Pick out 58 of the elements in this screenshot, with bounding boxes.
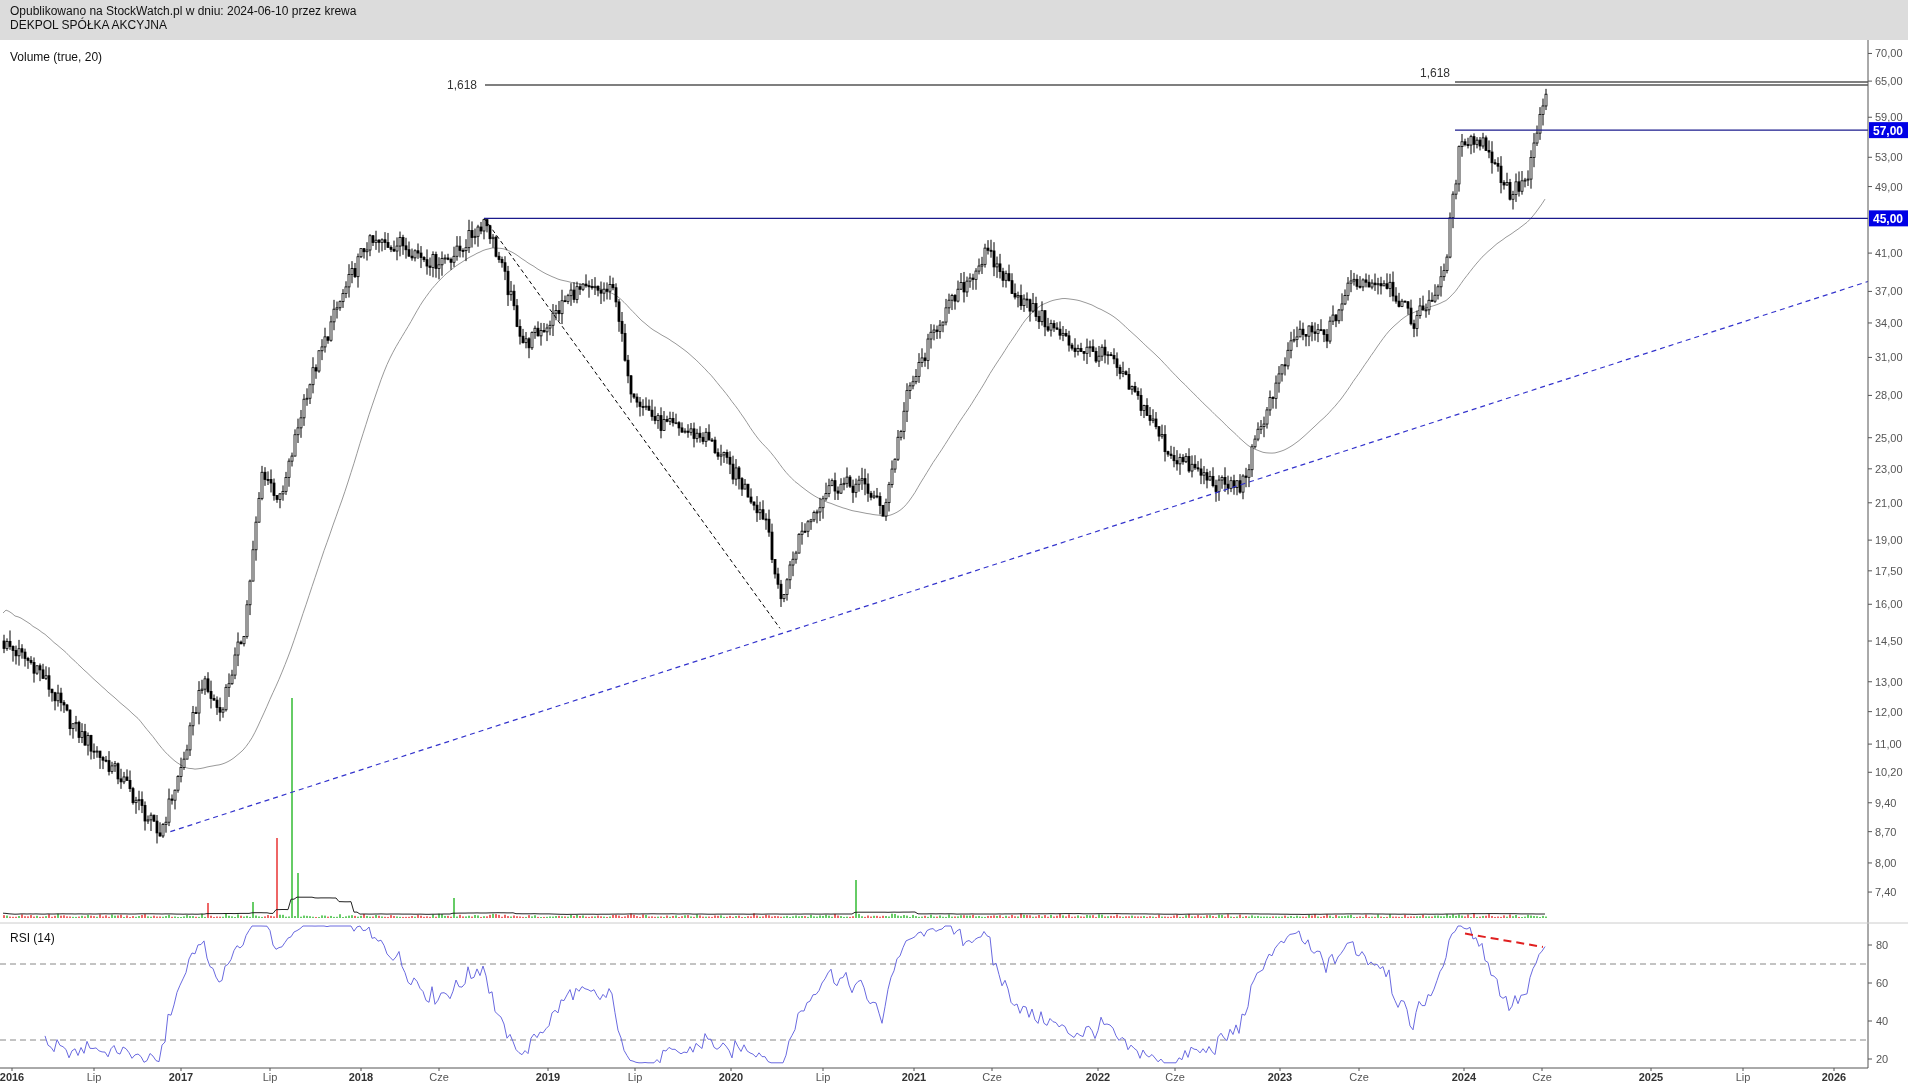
price-axis-label: 8,70 (1875, 825, 1897, 838)
price-axis-label: 13,00 (1875, 675, 1903, 688)
indicator-label: RSI (14) (10, 931, 55, 945)
price-axis-label: 70,00 (1875, 47, 1903, 60)
price-axis-label: 59,00 (1875, 111, 1903, 124)
price-axis-label: 14,50 (1875, 635, 1903, 647)
time-axis-label: 2017 (168, 1071, 194, 1083)
price-axis-label: 23,00 (1875, 462, 1903, 475)
price-axis-label: 34,00 (1875, 316, 1903, 329)
price-axis-label: 21,00 (1875, 496, 1903, 509)
time-axis-label: Lip (262, 1071, 278, 1083)
price-axis-label: 25,00 (1875, 431, 1903, 444)
rsi-axis-label: 60 (1876, 977, 1889, 989)
time-axis-label: Cze (1532, 1071, 1552, 1083)
rsi-axis-label: 20 (1876, 1053, 1889, 1065)
time-axis-label: Lip (815, 1071, 831, 1083)
rsi-axis-label: 40 (1876, 1015, 1889, 1027)
time-axis-label: Lip (86, 1071, 102, 1083)
fibonacci-label: 1,618 (1420, 66, 1451, 80)
price-axis-label: 7,40 (1875, 886, 1897, 899)
time-axis-label: 2025 (1638, 1071, 1664, 1083)
price-level-badge: 57,00 (1869, 122, 1908, 139)
indicator-label: Volume (true, 20) (10, 50, 103, 64)
fibonacci-label: 1,618 (447, 78, 478, 92)
time-axis-label: 2019 (535, 1071, 561, 1083)
price-axis-label: 31,00 (1875, 351, 1903, 364)
time-axis-label: Cze (1165, 1071, 1185, 1083)
price-axis-label: 37,00 (1875, 285, 1903, 298)
price-axis-label: 19,00 (1875, 534, 1903, 547)
price-axis-label: 41,00 (1875, 247, 1903, 260)
time-axis-label: 2023 (1267, 1071, 1293, 1083)
time-axis-label: 2020 (718, 1071, 744, 1083)
price-axis-label: 11,00 (1875, 738, 1902, 751)
time-axis-label: 2021 (901, 1071, 927, 1083)
price-axis-label: 28,00 (1875, 389, 1903, 402)
time-axis-label: Lip (627, 1071, 643, 1083)
time-axis-label: 2018 (348, 1071, 374, 1083)
price-axis-label: 9,40 (1875, 796, 1897, 809)
price-axis-label: 16,00 (1875, 598, 1903, 611)
rsi-axis-label: 80 (1876, 939, 1889, 951)
time-axis-label: 2026 (1821, 1071, 1847, 1083)
time-axis-label: 2024 (1451, 1071, 1477, 1083)
time-axis-label: Cze (982, 1071, 1002, 1083)
price-axis-label: 65,00 (1875, 75, 1903, 88)
time-axis-label: 2022 (1085, 1071, 1111, 1083)
time-axis-label: Cze (1349, 1071, 1369, 1083)
price-axis-label: 17,50 (1875, 564, 1903, 577)
price-axis-label: 8,00 (1875, 856, 1897, 869)
time-axis-label: Cze (429, 1071, 449, 1083)
price-axis-label: 49,00 (1875, 180, 1903, 193)
publication-info: Opublikowano na StockWatch.pl w dniu: 2024-06-10 przez krewa (10, 4, 357, 18)
instrument-name: DEKPOL SPÓŁKA AKCYJNA (10, 18, 167, 32)
price-axis-label: 12,00 (1875, 705, 1903, 718)
time-axis-label: Lip (1735, 1071, 1751, 1083)
price-axis-label: 53,00 (1875, 151, 1903, 164)
price-axis-label: 10,20 (1875, 766, 1903, 779)
price-level-badge: 45,00 (1869, 210, 1908, 227)
time-axis-label: 2016 (0, 1071, 25, 1083)
